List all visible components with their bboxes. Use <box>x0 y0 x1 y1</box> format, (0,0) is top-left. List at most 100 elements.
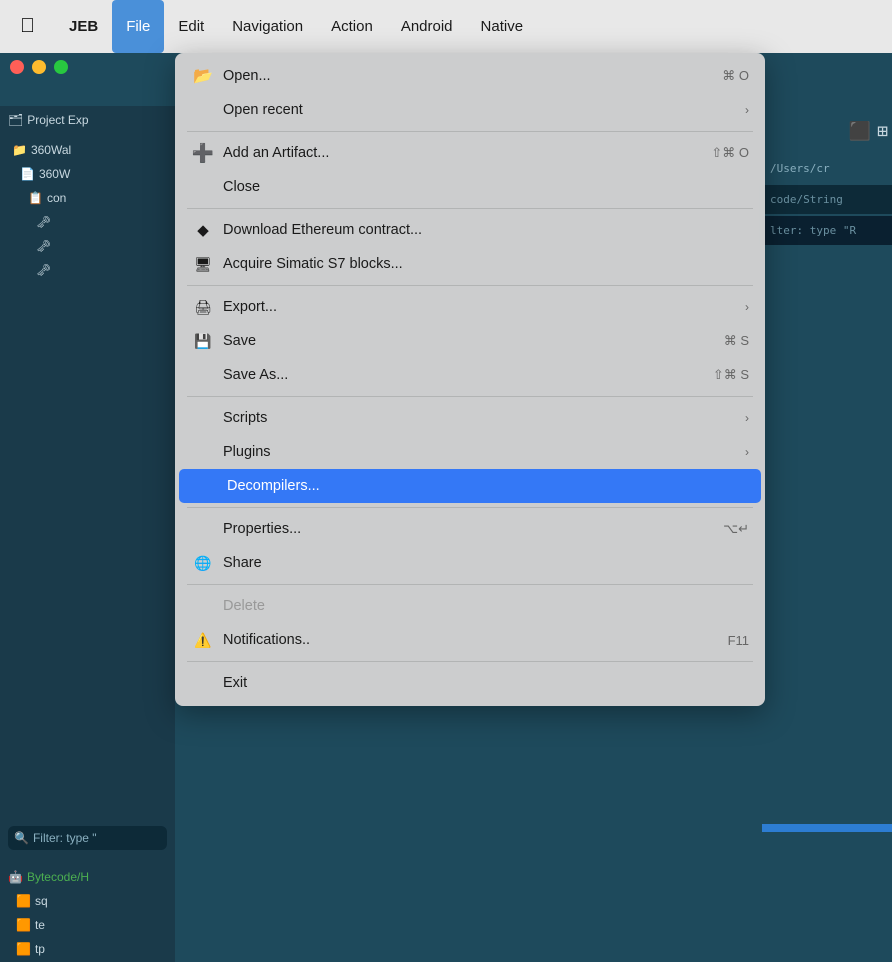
menubar-item-file[interactable]: File <box>112 0 164 53</box>
bottom-item-sq[interactable]: 🟧 sq <box>0 889 175 913</box>
open-folder-icon: 📂 <box>191 66 215 86</box>
menu-item-properties-label: Properties... <box>223 521 723 537</box>
separator-2 <box>187 208 753 209</box>
file-icon: 📄 <box>20 167 35 181</box>
bottom-item-te[interactable]: 🟧 te <box>0 913 175 937</box>
tree-item-360w[interactable]: 📄 360W <box>0 162 175 186</box>
bottom-item-label: te <box>35 918 45 932</box>
bottom-item-label: sq <box>35 894 48 908</box>
export-submenu-arrow-icon: › <box>745 300 749 314</box>
menubar-item-native[interactable]: Native <box>467 0 538 53</box>
menu-item-close[interactable]: Close <box>175 170 765 204</box>
menubar-item-jeb[interactable]: JEB <box>55 0 112 53</box>
menu-item-download-eth-label: Download Ethereum contract... <box>223 222 749 238</box>
tree-label: 360Wal <box>31 143 71 157</box>
menu-item-decompilers[interactable]: Decompilers... <box>179 469 761 503</box>
separator-5 <box>187 507 753 508</box>
tree-item-con[interactable]: 📋 con <box>0 186 175 210</box>
project-explorer-header: 🗂 Project Exp <box>0 106 175 134</box>
layout-icon[interactable]: ⬛ <box>849 121 871 142</box>
menu-item-delete-label: Delete <box>223 598 749 614</box>
code-icon: 📋 <box>28 191 43 205</box>
menu-item-exit[interactable]: Exit <box>175 666 765 700</box>
blue-progress-bar <box>762 824 892 832</box>
bottom-item-tp[interactable]: 🟧 tp <box>0 937 175 961</box>
menu-item-decompilers-label: Decompilers... <box>227 478 745 494</box>
menubar-item-action[interactable]: Action <box>317 0 387 53</box>
menu-item-close-label: Close <box>223 179 749 195</box>
menu-item-notifications[interactable]: ⚠️ Notifications.. F11 <box>175 623 765 657</box>
menu-item-plugins[interactable]: Plugins › <box>175 435 765 469</box>
android-icon: 🤖 <box>8 870 23 884</box>
separator-6 <box>187 584 753 585</box>
tree-item-key1[interactable]: 🗝 <box>0 210 175 234</box>
menu-item-scripts[interactable]: Scripts › <box>175 401 765 435</box>
bytecode-header[interactable]: 🤖 Bytecode/H <box>0 865 175 889</box>
search-input-container[interactable]: 🔍 Filter: type " <box>8 826 167 850</box>
menu-item-open[interactable]: 📂 Open... ⌘ O <box>175 59 765 93</box>
export-icon: 🖨 <box>191 299 215 316</box>
menu-item-open-recent[interactable]: Open recent › <box>175 93 765 127</box>
right-panel-peek: ⬛ ⊞ /Users/cr code/String lter: type "R <box>762 106 892 245</box>
menu-item-export-label: Export... <box>223 299 737 315</box>
menu-item-share[interactable]: 🌐 Share <box>175 546 765 580</box>
menu-item-notifications-label: Notifications.. <box>223 632 728 648</box>
traffic-lights <box>10 60 68 74</box>
key-icon: 🗝 <box>36 215 51 229</box>
search-placeholder-text: Filter: type " <box>33 831 97 845</box>
menu-item-save[interactable]: 💾 Save ⌘ S <box>175 324 765 358</box>
menu-item-acquire-simatic[interactable]: 🖥 Acquire Simatic S7 blocks... <box>175 247 765 281</box>
menu-item-properties[interactable]: Properties... ⌥↵ <box>175 512 765 546</box>
grid-icon: 🟧 <box>16 918 31 932</box>
menu-item-share-label: Share <box>223 555 749 571</box>
search-icon: 🔍 <box>14 831 29 845</box>
path-display: /Users/cr <box>762 156 892 181</box>
separator-7 <box>187 661 753 662</box>
add-icon: ➕ <box>191 143 215 164</box>
menu-item-properties-shortcut: ⌥↵ <box>723 521 749 537</box>
menu-item-notifications-shortcut: F11 <box>728 633 749 648</box>
grid-icon: 🟧 <box>16 942 31 956</box>
menu-item-exit-label: Exit <box>223 675 749 691</box>
tree-item-key2[interactable]: 🗝 <box>0 234 175 258</box>
right-toolbar: ⬛ ⊞ <box>762 106 892 156</box>
menubar:  JEB File Edit Navigation Action Androi… <box>0 0 892 53</box>
grid-layout-icon[interactable]: ⊞ <box>877 121 888 142</box>
menubar-item-navigation[interactable]: Navigation <box>218 0 317 53</box>
filter-display: lter: type "R <box>762 216 892 245</box>
apple-menu-item[interactable]:  <box>0 15 55 38</box>
search-bar: 🔍 Filter: type " <box>0 821 175 855</box>
sidebar-tree: 📁 360Wal 📄 360W 📋 con 🗝 🗝 🗝 <box>0 134 175 286</box>
project-explorer-label: Project Exp <box>27 113 88 127</box>
menu-item-plugins-label: Plugins <box>223 444 737 460</box>
close-button[interactable] <box>10 60 24 74</box>
separator-1 <box>187 131 753 132</box>
file-dropdown-menu: 📂 Open... ⌘ O Open recent › ➕ Add an Art… <box>175 53 765 706</box>
menu-item-export[interactable]: 🖨 Export... › <box>175 290 765 324</box>
tree-label: con <box>47 191 66 205</box>
sidebar: 🗂 Project Exp 📁 360Wal 📄 360W 📋 con 🗝 🗝 <box>0 106 175 962</box>
key-icon: 🗝 <box>36 239 51 253</box>
apple-icon:  <box>20 15 35 38</box>
plugins-submenu-arrow-icon: › <box>745 445 749 459</box>
menu-item-add-artifact[interactable]: ➕ Add an Artifact... ⇧⌘ O <box>175 136 765 170</box>
minimize-button[interactable] <box>32 60 46 74</box>
tree-item-key3[interactable]: 🗝 <box>0 258 175 282</box>
ethereum-icon: ◆ <box>191 221 215 239</box>
bottom-panel: 🤖 Bytecode/H 🟧 sq 🟧 te 🟧 tp 🟧 tra tramin… <box>0 865 175 962</box>
tree-item-360wal[interactable]: 📁 360Wal <box>0 138 175 162</box>
menu-item-save-as-shortcut: ⇧⌘ S <box>713 367 749 383</box>
folder-icon: 📁 <box>12 143 27 157</box>
menu-item-save-label: Save <box>223 333 724 349</box>
menu-item-save-as[interactable]: Save As... ⇧⌘ S <box>175 358 765 392</box>
simatic-icon: 🖥 <box>191 256 215 273</box>
menubar-item-edit[interactable]: Edit <box>164 0 218 53</box>
key-icon: 🗝 <box>36 263 51 277</box>
menubar-item-android[interactable]: Android <box>387 0 467 53</box>
notifications-icon: ⚠️ <box>191 632 215 649</box>
maximize-button[interactable] <box>54 60 68 74</box>
separator-4 <box>187 396 753 397</box>
menu-item-save-shortcut: ⌘ S <box>724 333 749 349</box>
menu-item-download-eth[interactable]: ◆ Download Ethereum contract... <box>175 213 765 247</box>
bottom-item-label: tp <box>35 942 45 956</box>
